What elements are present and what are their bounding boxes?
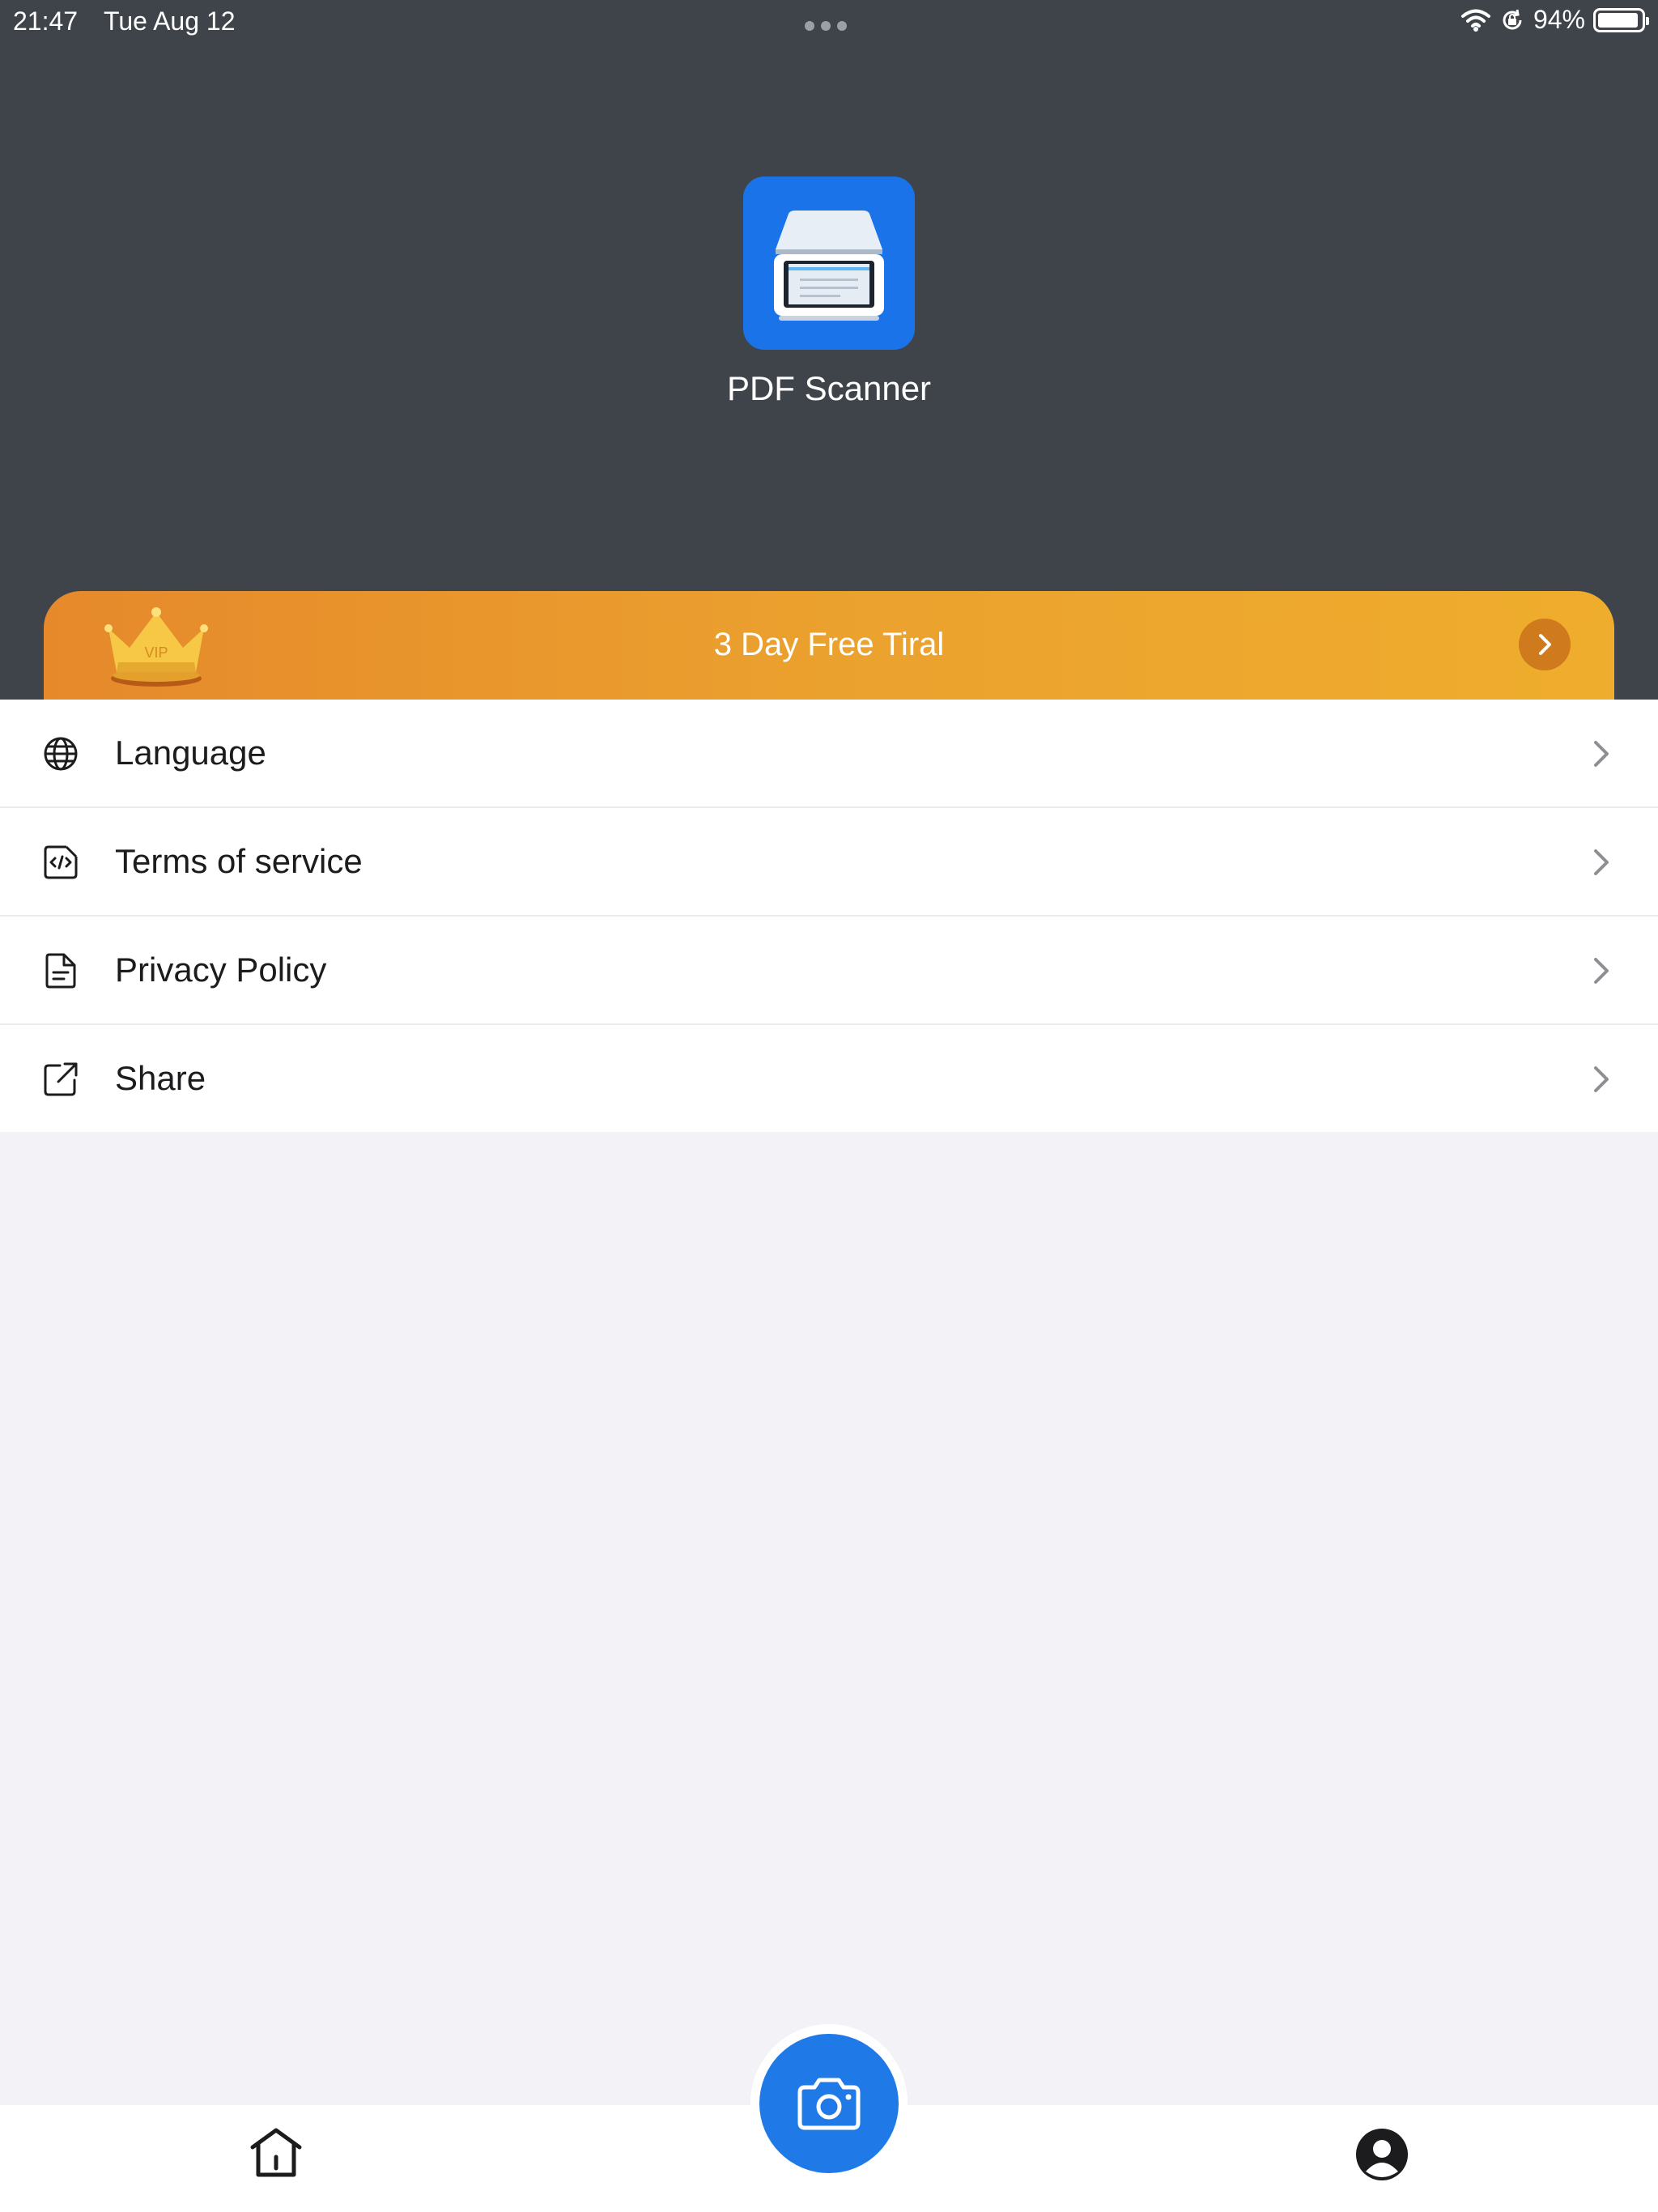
status-date: Tue Aug 12 [104,6,236,36]
home-icon[interactable] [249,2126,303,2180]
scan-camera-button[interactable] [759,2034,899,2173]
chevron-right-icon [1594,741,1609,767]
settings-menu: Language Terms of service Privacy Policy [0,700,1658,1132]
vip-trial-banner[interactable]: VIP 3 Day Free Tiral [44,591,1614,700]
chevron-right-icon [1594,1066,1609,1092]
share-icon [44,1062,78,1096]
document-icon [45,953,76,989]
multitasking-dots-icon[interactable] [805,21,847,31]
menu-item-label: Language [115,734,266,772]
battery-percent: 94% [1533,5,1585,34]
wifi-icon [1460,9,1490,32]
chevron-right-icon [1539,634,1551,655]
vip-arrow-button[interactable] [1519,619,1571,670]
menu-item-label: Privacy Policy [115,951,327,989]
chevron-right-icon [1594,849,1609,875]
globe-icon [44,737,78,771]
profile-icon[interactable] [1355,2128,1409,2181]
menu-item-label: Share [115,1059,206,1097]
menu-item-share[interactable]: Share [0,1025,1658,1132]
code-document-icon [44,845,78,879]
menu-item-label: Terms of service [115,842,363,880]
scanner-app-icon [743,177,915,350]
status-indicators: 94% [1460,5,1649,35]
menu-item-language[interactable]: Language [0,700,1658,808]
app-name: PDF Scanner [726,369,932,407]
header: 21:47 Tue Aug 12 94% PDF Scanner VIP 3 D… [0,0,1658,700]
chevron-right-icon [1594,958,1609,984]
status-time: 21:47 [13,6,79,36]
vip-trial-text: 3 Day Free Tiral [713,627,945,662]
orientation-lock-icon [1503,9,1522,29]
battery-fill [1598,12,1638,28]
menu-item-privacy-policy[interactable]: Privacy Policy [0,917,1658,1025]
status-bar: 21:47 Tue Aug 12 94% [0,0,1658,45]
camera-icon [797,2078,861,2130]
battery-icon [1593,7,1649,32]
menu-item-terms-of-service[interactable]: Terms of service [0,808,1658,917]
